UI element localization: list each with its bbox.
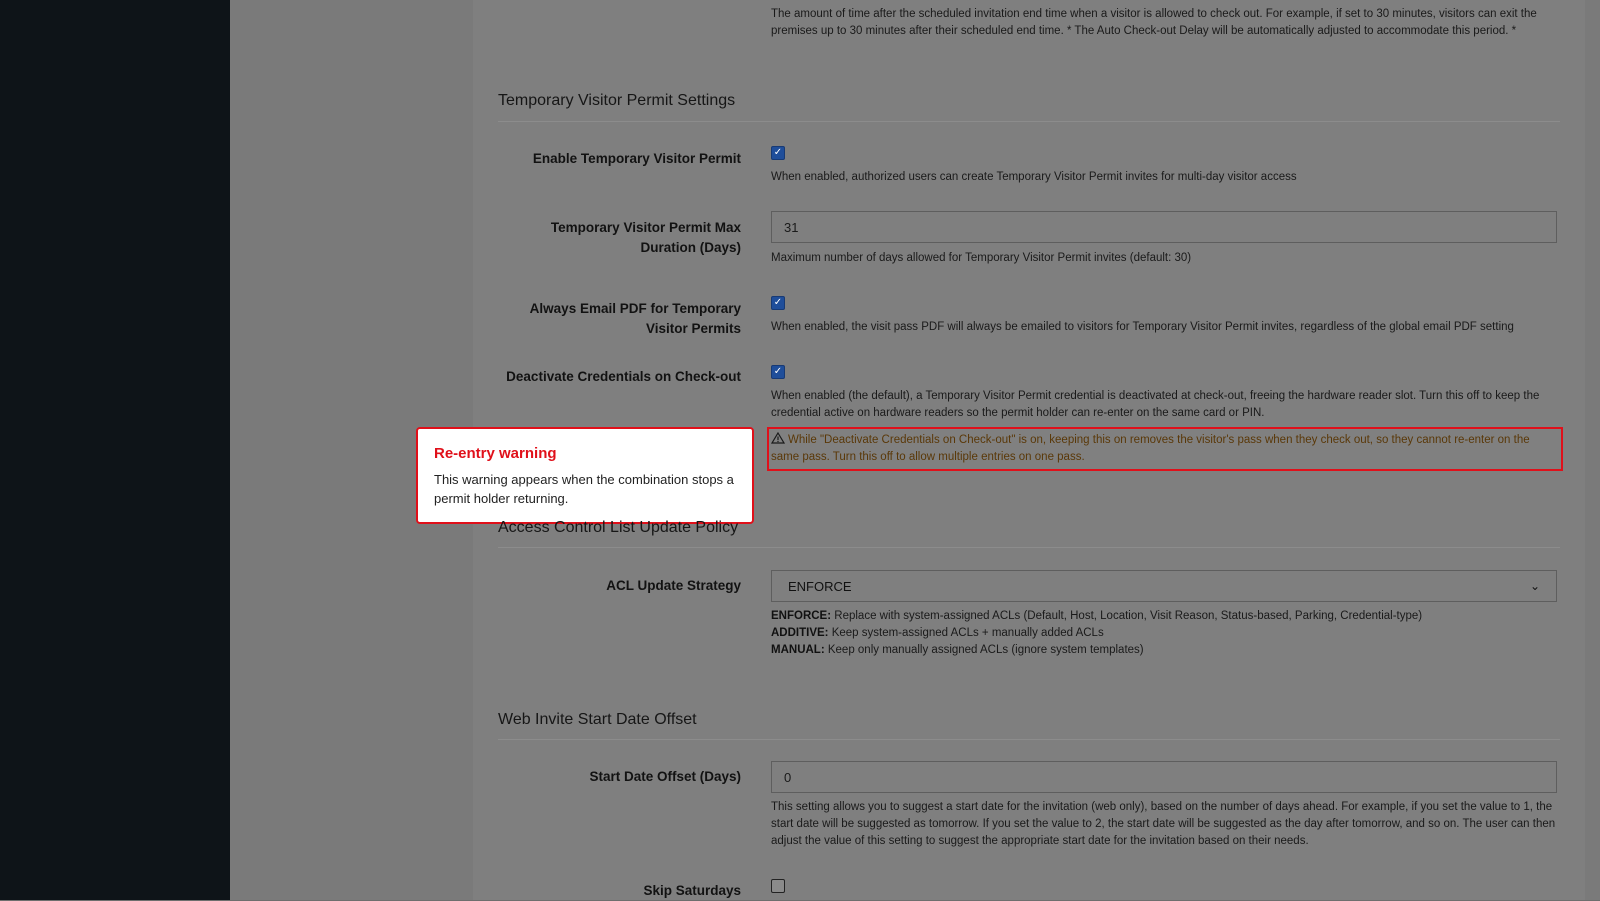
skip-saturdays-label: Skip Saturdays: [643, 883, 741, 898]
warning-triangle-icon: [771, 432, 785, 444]
checkmark-icon: ✓: [773, 297, 783, 308]
enable-tvp-help: When enabled, authorized users can creat…: [771, 171, 1297, 183]
tvp-max-duration-input[interactable]: 31: [771, 211, 1557, 243]
start-offset-help: This setting allows you to suggest a sta…: [771, 801, 1556, 847]
section-title-web-invite: Web Invite Start Date Offset: [498, 711, 697, 728]
email-pdf-checkbox[interactable]: ✓: [771, 296, 785, 310]
section-title-acl: Access Control List Update Policy: [498, 519, 739, 536]
acl-enforce-desc: ENFORCE: Replace with system-assigned AC…: [771, 610, 1423, 622]
deactivate-credentials-label: Deactivate Credentials on Check-out: [506, 369, 741, 384]
callout-body: This warning appears when the combinatio…: [434, 472, 734, 506]
chevron-down-icon: ⌄: [1529, 579, 1540, 593]
reentry-warning: While "Deactivate Credentials on Check-o…: [771, 432, 1557, 466]
checkmark-icon: ✓: [773, 147, 783, 158]
reentry-warning-text: While "Deactivate Credentials on Check-o…: [771, 434, 1530, 463]
tvp-max-duration-label: Temporary Visitor Permit Max Duration (Da…: [550, 220, 741, 255]
tvp-max-duration-help: Maximum number of days allowed for Tempo…: [771, 252, 1192, 264]
acl-strategy-label: ACL Update Strategy: [606, 578, 741, 593]
section-divider: [498, 547, 1560, 548]
start-offset-label: Start Date Offset (Days): [589, 769, 741, 784]
skip-saturdays-checkbox[interactable]: [771, 879, 785, 893]
email-pdf-label: Always Email PDF for Temporary Visitor Pe…: [529, 301, 741, 336]
app-sidebar: [0, 0, 230, 900]
callout-title: Re-entry warning: [434, 445, 557, 462]
section-divider: [498, 739, 1560, 740]
checkout-grace-help: The amount of time after the scheduled i…: [771, 8, 1537, 37]
reentry-callout: Re-entry warning This warning appears wh…: [416, 427, 754, 524]
email-pdf-help: When enabled, the visit pass PDF will al…: [771, 321, 1514, 333]
section-divider: [498, 121, 1560, 122]
enable-tvp-checkbox[interactable]: ✓: [771, 146, 785, 160]
acl-strategy-value: ENFORCE: [788, 578, 852, 594]
deactivate-credentials-checkbox[interactable]: ✓: [771, 365, 785, 379]
acl-manual-desc: MANUAL: Keep only manually assigned ACLs…: [771, 644, 1144, 656]
start-offset-input[interactable]: 0: [771, 761, 1557, 793]
deactivate-credentials-help: When enabled (the default), a Temporary …: [771, 390, 1540, 419]
enable-tvp-label: Enable Temporary Visitor Permit: [532, 151, 741, 166]
acl-additive-desc: ADDITIVE: Keep system-assigned ACLs + ma…: [771, 627, 1104, 639]
acl-strategy-select[interactable]: ENFORCE ⌄: [771, 570, 1557, 602]
section-title-tvp: Temporary Visitor Permit Settings: [498, 92, 736, 109]
checkmark-icon: ✓: [773, 366, 783, 377]
